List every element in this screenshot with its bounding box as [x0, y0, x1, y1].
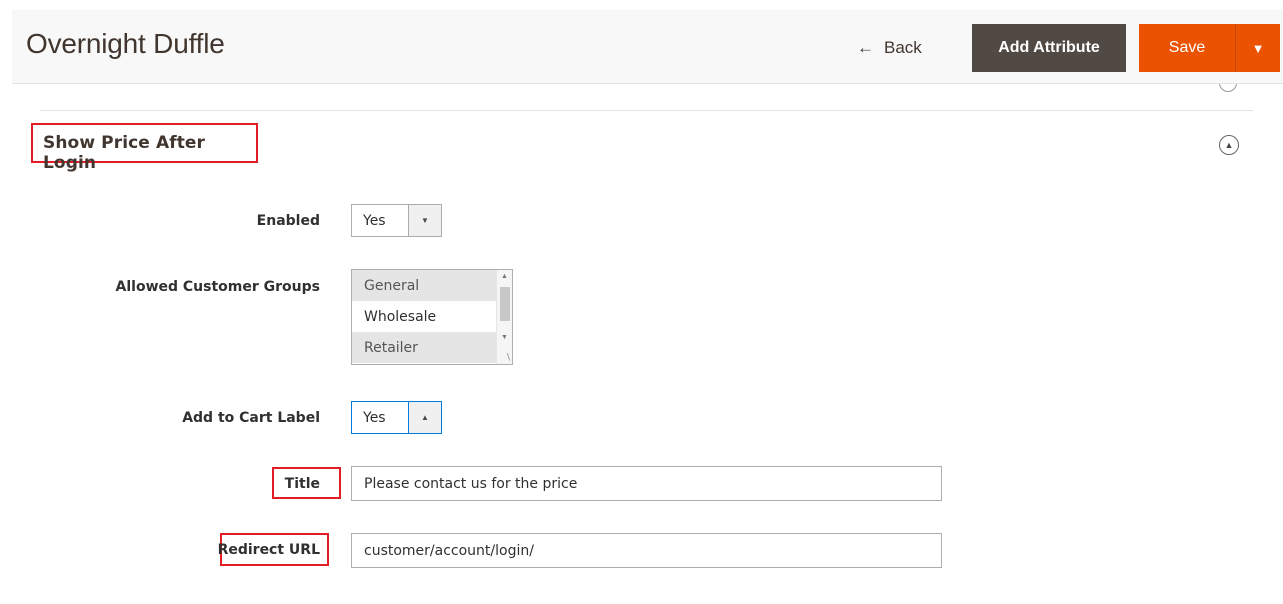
add-to-cart-label-value: Yes [363, 409, 386, 426]
page-header: Overnight Duffle ← Back Add Attribute Sa… [12, 10, 1283, 84]
caret-down-icon: ▼ [1251, 40, 1265, 56]
title-field[interactable]: Please contact us for the price [351, 466, 942, 501]
save-options-toggle[interactable]: ▼ [1236, 24, 1280, 72]
resize-handle-icon[interactable]: ∖ [505, 352, 511, 363]
list-item[interactable]: General [352, 270, 496, 301]
section-title[interactable]: Show Price After Login [43, 133, 256, 173]
enabled-value: Yes [363, 212, 386, 229]
page-title: Overnight Duffle [26, 28, 225, 59]
scroll-down-icon[interactable]: ▼ [501, 334, 508, 341]
scrollbar[interactable]: ▲ ▼ [496, 270, 512, 364]
enabled-select[interactable]: Yes ▼ [351, 204, 442, 237]
chevron-up-icon: ▲ [1224, 140, 1234, 150]
caret-up-icon: ▲ [408, 402, 441, 433]
scrollbar-thumb[interactable] [500, 287, 510, 321]
add-attribute-button[interactable]: Add Attribute [972, 24, 1126, 72]
section-collapse-toggle[interactable]: ▲ [1219, 135, 1239, 155]
title-label: Title [284, 476, 320, 492]
add-to-cart-label-select[interactable]: Yes ▲ [351, 401, 442, 434]
left-arrow-icon: ← [857, 38, 874, 57]
allowed-customer-groups-label: Allowed Customer Groups [115, 279, 320, 295]
section-divider [40, 110, 1253, 111]
add-to-cart-label-label: Add to Cart Label [182, 410, 320, 426]
redirect-url-field[interactable]: customer/account/login/ [351, 533, 942, 568]
allowed-customer-groups-multiselect[interactable]: General Wholesale Retailer ▲ ▼ ∖ [351, 269, 513, 365]
back-button-label: Back [884, 38, 922, 57]
option-label: General [364, 277, 420, 294]
previous-section-toggle[interactable] [1219, 84, 1237, 92]
save-button[interactable]: Save [1139, 24, 1236, 72]
list-item[interactable]: Retailer [352, 332, 496, 363]
back-button[interactable]: ← Back [857, 35, 922, 61]
save-split-button: Save ▼ [1139, 24, 1280, 72]
scroll-up-icon[interactable]: ▲ [501, 273, 508, 280]
redirect-url-label: Redirect URL [217, 542, 320, 558]
section-title-highlight: Show Price After Login [31, 123, 258, 173]
option-label: Wholesale [364, 308, 437, 325]
caret-down-icon: ▼ [408, 205, 441, 236]
list-item[interactable]: Wholesale [352, 301, 496, 332]
option-label: Retailer [364, 339, 418, 356]
enabled-label: Enabled [256, 213, 320, 229]
